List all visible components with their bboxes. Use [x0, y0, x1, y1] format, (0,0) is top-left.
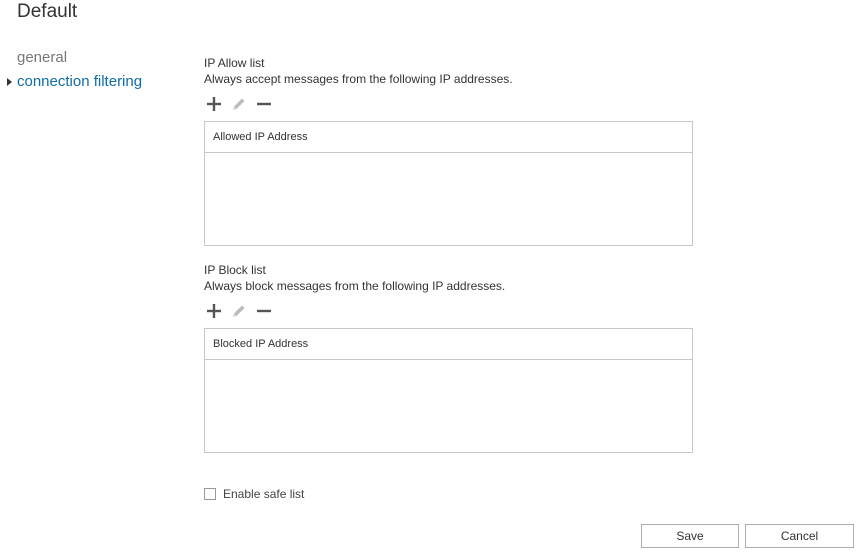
enable-safe-list-checkbox[interactable] [204, 488, 216, 500]
side-nav: general connection filtering [0, 46, 190, 94]
pencil-icon [233, 305, 245, 317]
cancel-button[interactable]: Cancel [745, 524, 854, 548]
section-title: IP Allow list [204, 56, 265, 70]
nav-item-general[interactable]: general [0, 46, 190, 70]
remove-allowed-ip-button[interactable] [254, 94, 274, 114]
section-title: IP Block list [204, 263, 266, 277]
allowed-ip-list[interactable]: Allowed IP Address [204, 121, 693, 246]
page: Default general connection filtering IP … [0, 0, 863, 558]
nav-item-label: connection filtering [17, 73, 143, 90]
enable-safe-list-label: Enable safe list [223, 487, 305, 501]
safe-list-option[interactable]: Enable safe list [204, 487, 304, 501]
minus-icon [257, 309, 271, 313]
page-title: Default [17, 1, 78, 22]
column-header-allowed-ip[interactable]: Allowed IP Address [205, 122, 692, 153]
blocked-ip-list-body[interactable] [205, 360, 692, 452]
edit-allowed-ip-button[interactable] [229, 94, 249, 114]
section-description: Always accept messages from the followin… [204, 72, 513, 86]
save-button[interactable]: Save [641, 524, 739, 548]
add-allowed-ip-button[interactable] [204, 94, 224, 114]
add-blocked-ip-button[interactable] [204, 301, 224, 321]
plus-icon [207, 304, 221, 318]
pencil-icon [233, 98, 245, 110]
nav-item-label: general [17, 49, 68, 66]
column-header-blocked-ip[interactable]: Blocked IP Address [205, 329, 692, 360]
minus-icon [257, 102, 271, 106]
allow-toolbar [204, 93, 694, 115]
allowed-ip-list-body[interactable] [205, 153, 692, 245]
blocked-ip-list[interactable]: Blocked IP Address [204, 328, 693, 453]
section-description: Always block messages from the following… [204, 279, 506, 293]
edit-blocked-ip-button[interactable] [229, 301, 249, 321]
block-toolbar [204, 300, 694, 322]
remove-blocked-ip-button[interactable] [254, 301, 274, 321]
ip-allow-section: IP Allow list Always accept messages fro… [204, 56, 694, 246]
ip-block-section: IP Block list Always block messages from… [204, 263, 694, 453]
nav-item-connection-filtering[interactable]: connection filtering [0, 70, 190, 94]
plus-icon [207, 97, 221, 111]
caret-right-icon [7, 78, 12, 86]
